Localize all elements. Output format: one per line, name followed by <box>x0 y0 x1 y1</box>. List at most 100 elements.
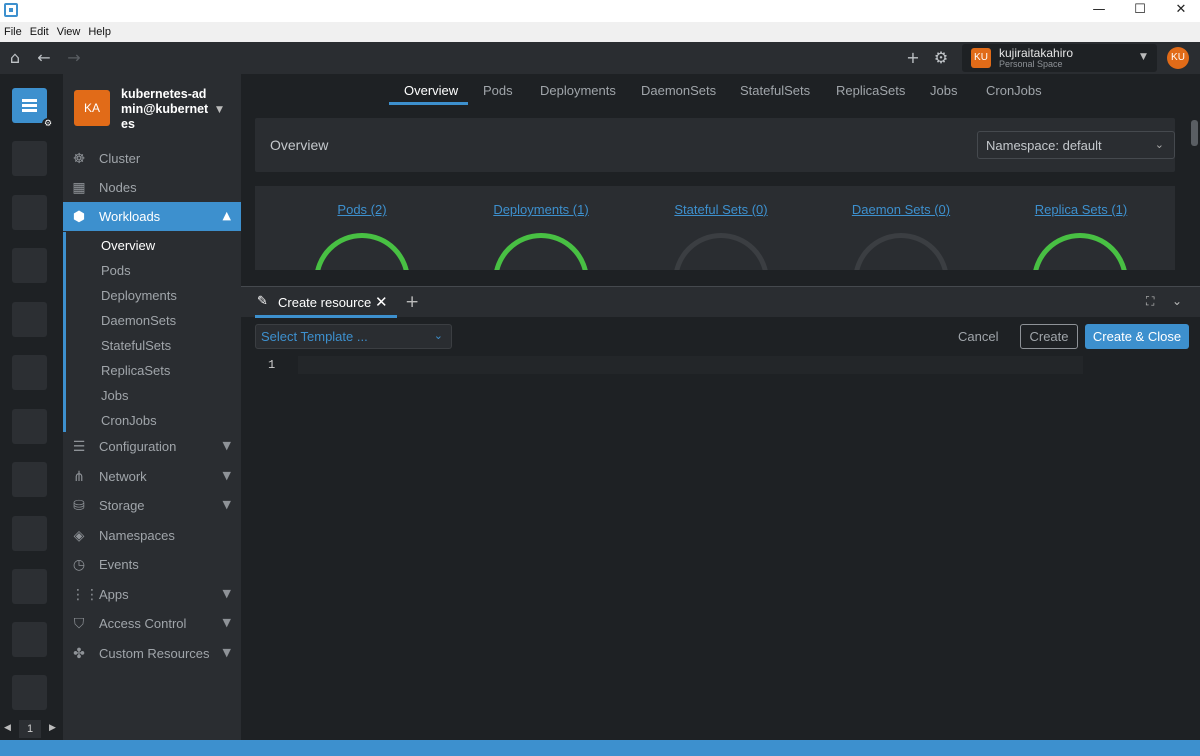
chevron-down-icon[interactable]: ⌄ <box>1172 294 1182 308</box>
workloads-icon: ⬢ <box>72 209 86 225</box>
namespace-select-value: Namespace: default <box>986 138 1102 153</box>
minimize-button[interactable]: — <box>1076 0 1122 22</box>
tab-daemonsets[interactable]: DaemonSets <box>641 83 716 98</box>
user-avatar[interactable]: KU <box>1167 47 1189 69</box>
code-editor[interactable]: 1 <box>255 356 1083 374</box>
hotbar-slot[interactable] <box>12 569 47 604</box>
gear-icon[interactable]: ⚙ <box>931 48 951 68</box>
nodes-icon: ▦ <box>72 180 86 196</box>
sidebar-item-workloads[interactable]: ⬢ Workloads ▲ <box>63 202 241 231</box>
space-avatar: KU <box>971 48 991 68</box>
hotbar-slot[interactable] <box>12 195 47 230</box>
hotbar-slot[interactable] <box>12 675 47 710</box>
dock-tab-label: Create resource <box>278 295 372 310</box>
close-window-button[interactable]: ✕ <box>1158 0 1200 22</box>
tab-pods[interactable]: Pods <box>483 83 513 98</box>
sidebar-item-label: Workloads <box>99 209 161 224</box>
fullscreen-icon[interactable]: ⛶ <box>1146 294 1154 309</box>
stat-link-replicasets[interactable]: Replica Sets (1) <box>1011 202 1151 217</box>
replicasets-gauge <box>1032 233 1128 270</box>
cluster-avatar: KA <box>74 90 110 126</box>
home-icon[interactable]: ⌂ <box>5 48 25 68</box>
hotbar-slot[interactable] <box>12 355 47 390</box>
pods-gauge <box>314 233 410 270</box>
stat-link-statefulsets[interactable]: Stateful Sets (0) <box>651 202 791 217</box>
active-tab-indicator <box>389 102 468 105</box>
hotbar-slot[interactable] <box>12 462 47 497</box>
pencil-icon: ✎ <box>257 294 268 309</box>
dock-tab-create-resource[interactable]: ✎ Create resource ✕ <box>255 287 397 318</box>
status-bar <box>0 740 1200 756</box>
sidebar-item-cluster[interactable]: ☸ Cluster <box>63 144 241 173</box>
stat-link-pods[interactable]: Pods (2) <box>292 202 432 217</box>
stat-link-deployments[interactable]: Deployments (1) <box>471 202 611 217</box>
hotbar-slot[interactable] <box>12 409 47 444</box>
hotbar-slot[interactable] <box>12 248 47 283</box>
cancel-button[interactable]: Cancel <box>958 329 998 344</box>
workload-tabs: Overview Pods Deployments DaemonSets Sta… <box>241 74 1200 106</box>
sidebar-sub-deployments[interactable]: Deployments <box>101 288 177 303</box>
cluster-settings-icon[interactable]: ⚙ <box>42 118 54 130</box>
stat-link-daemonsets[interactable]: Daemon Sets (0) <box>831 202 971 217</box>
sidebar-sub-overview[interactable]: Overview <box>101 238 155 253</box>
maximize-button[interactable]: ☐ <box>1117 0 1163 22</box>
create-button[interactable]: Create <box>1020 324 1078 349</box>
deployments-gauge <box>493 233 589 270</box>
cluster-menu-icon[interactable]: ▼ <box>216 105 223 115</box>
clock-icon: ◷ <box>72 557 86 573</box>
tab-jobs[interactable]: Jobs <box>930 83 957 98</box>
space-selector[interactable]: KU kujiraitakahiro Personal Space ▼ <box>962 44 1157 72</box>
tab-deployments[interactable]: Deployments <box>540 83 616 98</box>
sidebar-item-network[interactable]: ⋔ Network ▼ <box>63 462 241 491</box>
tab-cronjobs[interactable]: CronJobs <box>986 83 1042 98</box>
scrollbar[interactable] <box>1191 120 1198 146</box>
template-select[interactable]: Select Template ... ⌄ <box>255 324 452 349</box>
forward-arrow-icon[interactable]: → <box>64 48 84 68</box>
menu-file[interactable]: File <box>0 22 26 42</box>
sidebar-item-access-control[interactable]: ⛉ Access Control ▼ <box>63 609 241 638</box>
chevron-down-icon: ▼ <box>222 587 231 600</box>
sidebar-item-apps[interactable]: ⋮⋮ Apps ▼ <box>63 580 241 609</box>
menu-edit[interactable]: Edit <box>26 22 53 42</box>
sidebar-item-nodes[interactable]: ▦ Nodes <box>63 173 241 202</box>
hotbar-slot[interactable] <box>12 141 47 176</box>
tab-statefulsets[interactable]: StatefulSets <box>740 83 810 98</box>
create-close-button[interactable]: Create & Close <box>1085 324 1189 349</box>
sidebar-item-label: Custom Resources <box>99 646 210 661</box>
sidebar-item-label: Storage <box>99 498 145 513</box>
sidebar-sub-statefulsets[interactable]: StatefulSets <box>101 338 171 353</box>
menu-bar: File Edit View Help <box>0 22 1200 42</box>
sidebar-item-custom-resources[interactable]: ✤ Custom Resources ▼ <box>63 639 241 668</box>
hotbar-page-number: 1 <box>19 720 41 738</box>
next-page-icon[interactable]: ▶ <box>49 723 56 733</box>
prev-page-icon[interactable]: ◀ <box>4 723 11 733</box>
add-icon[interactable]: + <box>903 48 923 68</box>
sidebar-item-namespaces[interactable]: ◈ Namespaces <box>63 521 241 550</box>
new-tab-icon[interactable]: + <box>405 292 419 312</box>
statefulsets-gauge <box>673 233 769 270</box>
sidebar-sub-jobs[interactable]: Jobs <box>101 388 128 403</box>
hotbar-slot[interactable] <box>12 622 47 657</box>
sidebar-item-configuration[interactable]: ☰ Configuration ▼ <box>63 432 241 461</box>
hotbar-slot[interactable] <box>12 516 47 551</box>
database-icon: ⛁ <box>73 498 85 514</box>
tab-replicasets[interactable]: ReplicaSets <box>836 83 905 98</box>
sidebar-sub-pods[interactable]: Pods <box>101 263 131 278</box>
menu-help[interactable]: Help <box>84 22 115 42</box>
sidebar-sub-cronjobs[interactable]: CronJobs <box>101 413 157 428</box>
close-tab-icon[interactable]: ✕ <box>375 293 388 311</box>
hotbar-slot[interactable] <box>12 302 47 337</box>
sidebar-item-storage[interactable]: ⛁ Storage ▼ <box>63 491 241 520</box>
back-arrow-icon[interactable]: ← <box>34 48 54 68</box>
sidebar-sub-daemonsets[interactable]: DaemonSets <box>101 313 176 328</box>
sidebar-item-events[interactable]: ◷ Events <box>63 550 241 579</box>
submenu-indicator <box>63 232 66 432</box>
namespace-select[interactable]: Namespace: default ⌄ <box>977 131 1175 159</box>
cluster-header[interactable]: KA kubernetes-admin@kubernetes ▼ <box>63 74 241 144</box>
tab-overview[interactable]: Overview <box>404 83 458 98</box>
menu-view[interactable]: View <box>53 22 85 42</box>
sidebar: KA kubernetes-admin@kubernetes ▼ ☸ Cluste… <box>63 74 241 740</box>
line-number: 1 <box>268 358 276 372</box>
sidebar-sub-replicasets[interactable]: ReplicaSets <box>101 363 170 378</box>
hotbar-cluster-active[interactable] <box>12 88 47 123</box>
